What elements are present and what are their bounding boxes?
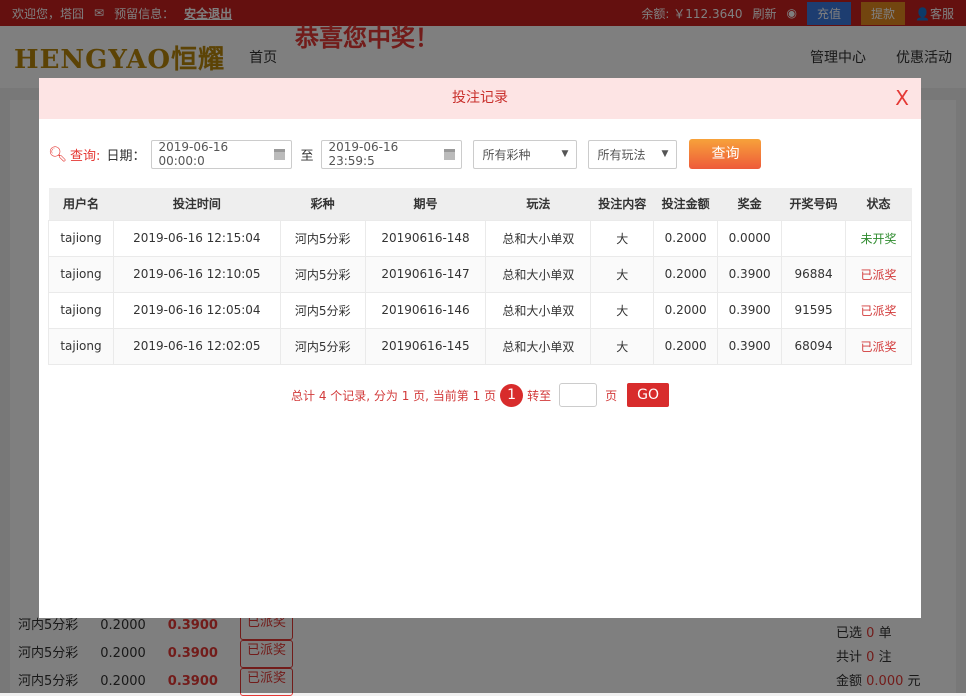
table-row: tajiong 2019-06-16 12:02:05 河内5分彩 20190616-… xyxy=(48,327,912,365)
status-cell: 已派奖 xyxy=(845,291,912,329)
table-cell: 河内5分彩 xyxy=(279,255,366,293)
table-cell: 20190616-148 xyxy=(364,219,487,257)
page-unit: 页 xyxy=(605,388,618,403)
column-header: 状态 xyxy=(845,188,912,220)
calendar-icon[interactable] xyxy=(274,148,286,160)
lottery-value: 所有彩种 xyxy=(482,147,531,162)
column-header: 彩种 xyxy=(280,188,366,220)
table-cell: 大 xyxy=(590,219,655,257)
status-cell: 未开奖 xyxy=(845,219,912,257)
table-cell: tajiong xyxy=(48,255,114,293)
column-header: 用户名 xyxy=(48,188,114,220)
query-button[interactable]: 查询 xyxy=(689,139,762,169)
table-cell: 大 xyxy=(590,291,655,329)
table-cell xyxy=(781,219,847,257)
start-date-value: 2019-06-16 00:00:0 xyxy=(158,140,229,168)
page-1-button[interactable]: 1 xyxy=(500,383,524,407)
play-value: 所有玩法 xyxy=(597,147,646,162)
table-cell: 大 xyxy=(590,327,655,365)
end-date-value: 2019-06-16 23:59:5 xyxy=(328,140,399,168)
bet-record-modal: 投注记录 X 🔍︎ 查询: 日期： 2019-06-16 00:00:0 至 2… xyxy=(39,78,921,618)
table-cell: 20190616-145 xyxy=(364,327,487,365)
date-label: 日期： xyxy=(106,148,146,164)
lottery-select[interactable]: 所有彩种 ▼ xyxy=(473,139,578,169)
column-header: 玩法 xyxy=(485,188,591,220)
goto-label: 转至 xyxy=(527,388,552,403)
status-cell: 已派奖 xyxy=(845,327,912,365)
column-header: 投注内容 xyxy=(590,188,654,220)
table-cell: 68094 xyxy=(781,327,847,365)
column-header: 投注金额 xyxy=(653,188,718,220)
table-cell: tajiong xyxy=(48,291,114,329)
table-cell: 2019-06-16 12:05:04 xyxy=(112,291,281,329)
column-header: 开奖号码 xyxy=(781,188,846,220)
column-header: 期号 xyxy=(365,188,486,220)
table-cell: 河内5分彩 xyxy=(279,291,366,329)
table-cell: 20190616-146 xyxy=(364,291,487,329)
to-label: 至 xyxy=(300,148,314,164)
table-cell: 0.3900 xyxy=(717,255,783,293)
table-cell: 总和大小单双 xyxy=(485,255,592,293)
go-button[interactable]: GO xyxy=(627,383,669,407)
bet-table: 用户名 投注时间 彩种 期号 玩法 投注内容 投注金额 奖金 开奖号码 状态 tajiong 201… xyxy=(48,188,912,365)
table-cell: 91595 xyxy=(781,291,847,329)
calendar-icon[interactable] xyxy=(444,148,456,160)
goto-page-input[interactable] xyxy=(559,383,598,407)
search-icon: 🔍︎ xyxy=(48,145,68,163)
table-row: tajiong 2019-06-16 12:10:05 河内5分彩 20190616-… xyxy=(48,255,912,293)
play-select[interactable]: 所有玩法 ▼ xyxy=(588,139,678,169)
table-cell: 0.3900 xyxy=(717,327,783,365)
table-cell: 总和大小单双 xyxy=(485,291,592,329)
pagination: 总计 4 个记录, 分为 1 页, 当前第 1 页 1 转至 页 GO xyxy=(39,383,921,407)
table-cell: 总和大小单双 xyxy=(485,327,592,365)
table-cell: 0.2000 xyxy=(653,255,719,293)
table-cell: 2019-06-16 12:10:05 xyxy=(112,255,281,293)
table-cell: 20190616-147 xyxy=(364,255,487,293)
modal-header: 投注记录 X xyxy=(39,78,921,119)
table-cell: 大 xyxy=(590,255,655,293)
table-cell: 96884 xyxy=(781,255,847,293)
query-bar: 🔍︎ 查询: 日期： 2019-06-16 00:00:0 至 2019-06-… xyxy=(48,139,762,169)
modal-title: 投注记录 xyxy=(452,90,508,106)
table-cell: 2019-06-16 12:15:04 xyxy=(112,219,281,257)
table-row: tajiong 2019-06-16 12:15:04 河内5分彩 20190616-… xyxy=(48,219,912,257)
column-header: 奖金 xyxy=(717,188,782,220)
end-date-input[interactable]: 2019-06-16 23:59:5 xyxy=(321,139,463,169)
table-cell: 0.0000 xyxy=(717,219,783,257)
start-date-input[interactable]: 2019-06-16 00:00:0 xyxy=(151,139,293,169)
table-cell: 总和大小单双 xyxy=(485,219,592,257)
table-row: tajiong 2019-06-16 12:05:04 河内5分彩 20190616-… xyxy=(48,291,912,329)
dropdown-arrow-icon: ▼ xyxy=(661,149,669,159)
table-cell: 河内5分彩 xyxy=(279,219,366,257)
status-cell: 已派奖 xyxy=(845,255,912,293)
table-cell: tajiong xyxy=(48,327,114,365)
column-header: 投注时间 xyxy=(113,188,281,220)
table-cell: 2019-06-16 12:02:05 xyxy=(112,327,281,365)
query-label: 查询: xyxy=(70,148,101,164)
pager-summary: 总计 4 个记录, 分为 1 页, 当前第 1 页 xyxy=(291,388,497,403)
table-cell: 河内5分彩 xyxy=(279,327,366,365)
table-cell: tajiong xyxy=(48,219,114,257)
table-cell: 0.2000 xyxy=(653,327,719,365)
dropdown-arrow-icon: ▼ xyxy=(561,149,569,159)
table-cell: 0.2000 xyxy=(653,291,719,329)
table-cell: 0.3900 xyxy=(717,291,783,329)
close-icon[interactable]: X xyxy=(895,78,909,119)
table-cell: 0.2000 xyxy=(653,219,719,257)
